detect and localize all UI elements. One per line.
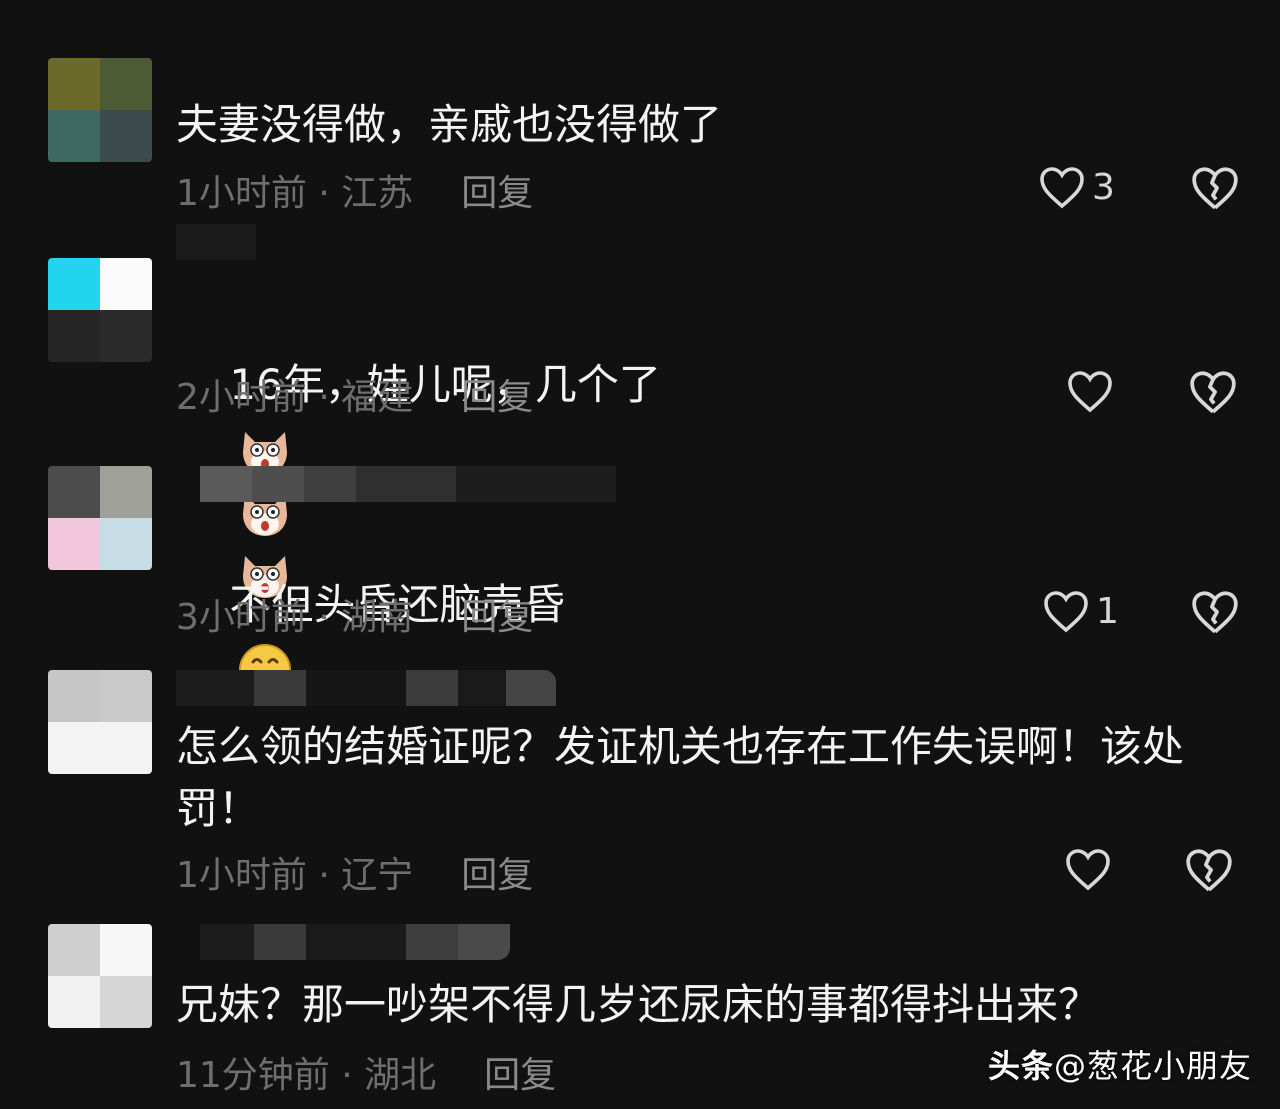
reply-button[interactable]: 回复: [461, 588, 533, 640]
reply-button[interactable]: 回复: [461, 164, 533, 216]
dislike-button[interactable]: [1190, 164, 1240, 216]
username-blurred: [200, 924, 510, 960]
time-location: 1小时前 · 江苏: [176, 173, 414, 214]
avatar[interactable]: [48, 58, 152, 162]
like-button[interactable]: [1064, 846, 1118, 892]
time-location: 2小时前 · 福建: [176, 377, 414, 418]
broken-heart-icon: [1186, 849, 1232, 892]
watermark-handle: @葱花小朋友: [1053, 1047, 1252, 1085]
watermark: 头条@葱花小朋友: [988, 1041, 1252, 1087]
time-location: 1小时前 · 辽宁: [176, 855, 414, 896]
heart-icon: [1040, 167, 1084, 209]
like-button[interactable]: 3: [1038, 164, 1115, 210]
heart-icon: [1066, 849, 1110, 891]
time-location: 11分钟前 · 湖北: [176, 1055, 437, 1096]
broken-heart-icon: [1190, 371, 1236, 414]
username-blurred: [176, 224, 256, 260]
like-count: 3: [1092, 166, 1115, 208]
like-count: 1: [1096, 590, 1119, 632]
reply-button[interactable]: 回复: [461, 368, 533, 420]
broken-heart-icon: [1192, 167, 1238, 210]
comment-meta: 1小时前 · 江苏 回复: [176, 164, 533, 216]
broken-heart-icon: [1192, 591, 1238, 634]
watermark-brand: 头条: [987, 1047, 1054, 1085]
comment-meta: 2小时前 · 福建 回复: [176, 368, 533, 420]
comment-meta: 11分钟前 · 湖北 回复: [176, 1046, 556, 1098]
username-blurred: [176, 670, 566, 706]
heart-icon: [1044, 591, 1088, 633]
comment-text: 兄妹？那一吵架不得几岁还尿床的事都得抖出来？: [176, 980, 1101, 1029]
comment-text: 夫妻没得做，亲戚也没得做了: [176, 100, 723, 149]
heart-icon: [1068, 371, 1112, 413]
avatar[interactable]: [48, 924, 152, 1028]
comment-meta: 3小时前 · 湖南 回复: [176, 588, 533, 640]
dislike-button[interactable]: [1184, 846, 1234, 898]
time-location: 3小时前 · 湖南: [176, 597, 414, 638]
dislike-button[interactable]: [1188, 368, 1238, 420]
avatar[interactable]: [48, 466, 152, 570]
avatar[interactable]: [48, 258, 152, 362]
like-button[interactable]: 1: [1042, 588, 1119, 634]
dislike-button[interactable]: [1190, 588, 1240, 640]
like-button[interactable]: [1066, 368, 1120, 414]
avatar[interactable]: [48, 670, 152, 774]
reply-button[interactable]: 回复: [484, 1046, 556, 1098]
reply-button[interactable]: 回复: [461, 846, 533, 898]
username-blurred: [200, 466, 720, 502]
comment-text: 怎么领的结婚证呢？发证机关也存在工作失误啊！该处罚！: [176, 722, 1185, 833]
comment-meta: 1小时前 · 辽宁 回复: [176, 846, 533, 898]
